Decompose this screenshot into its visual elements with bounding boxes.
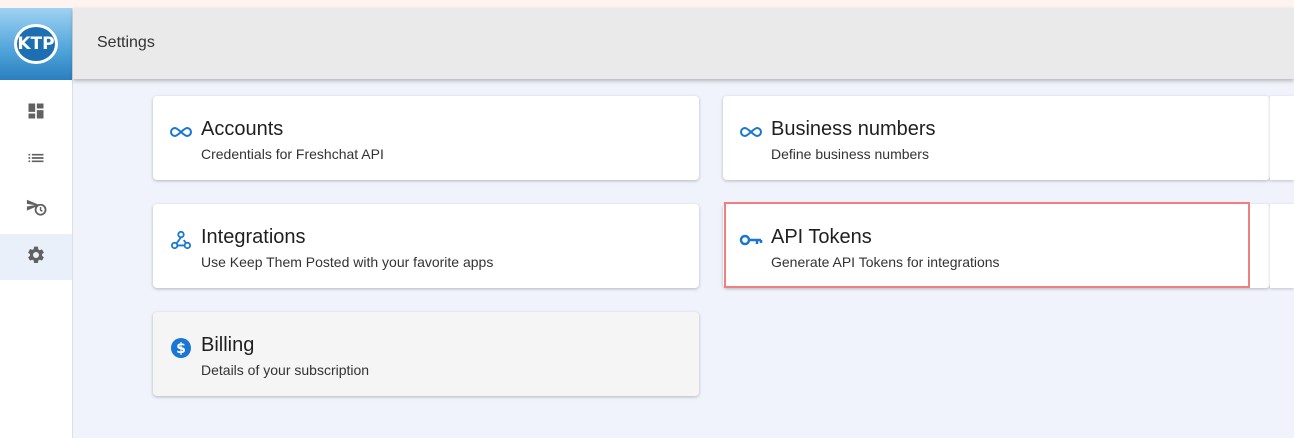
card-title: Integrations: [201, 226, 306, 248]
card-title: Business numbers: [771, 118, 936, 140]
dollar-icon: $: [169, 338, 193, 358]
page-title: Settings: [97, 34, 155, 51]
card-subtitle: Generate API Tokens for integrations: [771, 254, 1000, 270]
offscreen-card: [1270, 204, 1294, 288]
card-subtitle: Details of your subscription: [201, 362, 370, 378]
card-subtitle: Use Keep Them Posted with your favorite …: [201, 254, 494, 270]
infinity-icon: [739, 122, 763, 142]
integrations-card[interactable]: Integrations Use Keep Them Posted with y…: [153, 204, 699, 288]
card-subtitle: Credentials for Freshchat API: [201, 146, 384, 162]
sidebar: KTP: [0, 8, 73, 438]
sidebar-item-dashboard[interactable]: [0, 90, 72, 136]
top-strip: [0, 0, 1294, 8]
business-numbers-card[interactable]: Business numbers Define business numbers: [723, 96, 1270, 180]
sidebar-item-settings[interactable]: [0, 234, 72, 280]
key-icon: [739, 230, 763, 250]
card-title: Billing: [201, 334, 255, 356]
card-subtitle: Define business numbers: [771, 146, 929, 162]
list-icon: [26, 148, 46, 173]
top-bar: Settings: [73, 8, 1294, 79]
svg-text:$: $: [176, 341, 186, 357]
billing-card[interactable]: $ Billing Details of your subscription: [153, 312, 699, 396]
card-title: API Tokens: [771, 226, 872, 248]
infinity-icon: [169, 122, 193, 142]
sidebar-item-list[interactable]: [0, 137, 72, 183]
accounts-card[interactable]: Accounts Credentials for Freshchat API: [153, 96, 699, 180]
logo-text: KTP: [14, 24, 58, 64]
sidebar-item-scheduled-send[interactable]: [0, 186, 72, 232]
dashboard-icon: [26, 101, 46, 126]
webhook-icon: [169, 230, 193, 250]
gear-icon: [26, 245, 46, 270]
card-title: Accounts: [201, 118, 284, 140]
offscreen-card: [1270, 96, 1294, 180]
api-tokens-card[interactable]: API Tokens Generate API Tokens for integ…: [723, 204, 1270, 288]
scheduled-send-icon: [25, 197, 47, 222]
app-logo[interactable]: KTP: [0, 8, 72, 80]
